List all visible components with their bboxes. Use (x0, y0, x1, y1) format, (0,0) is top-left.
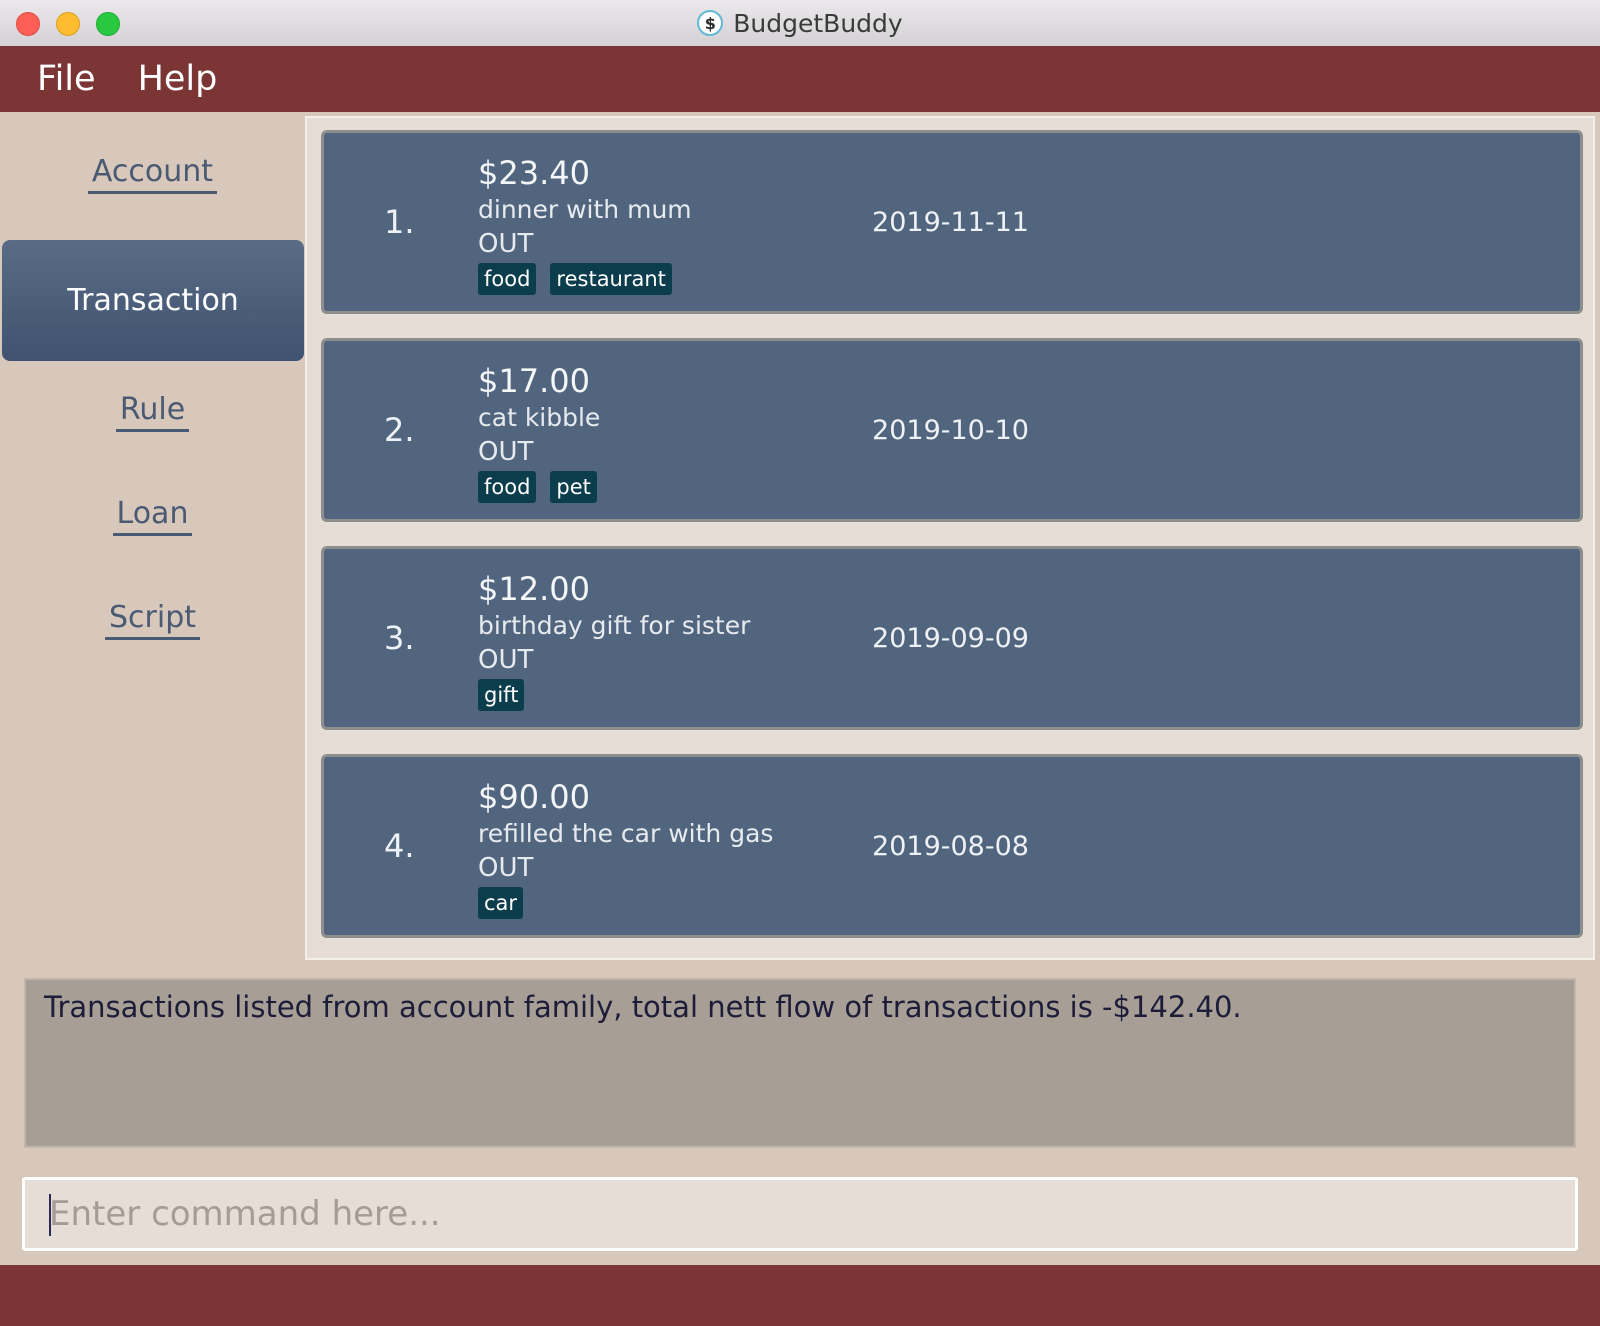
menu-file[interactable]: File (37, 59, 96, 99)
menu-bar: File Help (0, 46, 1600, 112)
transaction-date: 2019-08-08 (872, 830, 1029, 862)
transaction-tags: gift (478, 679, 750, 711)
transaction-description: dinner with mum (478, 195, 692, 224)
text-cursor (49, 1194, 51, 1236)
transaction-index: 1. (384, 203, 415, 241)
transaction-amount: $90.00 (478, 778, 590, 816)
sidebar-item-rule[interactable]: Rule (0, 392, 305, 432)
transaction-card[interactable]: 1. $23.40 dinner with mum OUT food resta… (321, 130, 1583, 314)
sidebar-item-label: Rule (115, 392, 190, 432)
transaction-description: refilled the car with gas (478, 819, 774, 848)
tag-badge: food (478, 471, 537, 503)
tag-badge: pet (550, 471, 597, 503)
sidebar-item-label: Account (87, 154, 218, 194)
transaction-amount: $17.00 (478, 362, 590, 400)
transaction-description: cat kibble (478, 403, 601, 432)
transaction-description: birthday gift for sister (478, 611, 751, 640)
tag-badge: restaurant (550, 263, 672, 295)
transaction-date: 2019-09-09 (872, 622, 1029, 654)
window-title: BudgetBuddy (733, 8, 903, 38)
command-input[interactable] (25, 1180, 1575, 1248)
transaction-amount: $23.40 (478, 154, 590, 192)
tag-badge: car (478, 887, 524, 919)
transaction-date: 2019-10-10 (872, 414, 1029, 446)
transaction-index: 4. (384, 827, 415, 865)
transaction-details: $12.00 birthday gift for sister OUT gift (478, 569, 750, 711)
sidebar: Account Transaction Rule Loan Script (0, 112, 305, 962)
sidebar-item-label: Script (104, 600, 200, 640)
status-bar (0, 1265, 1600, 1326)
transaction-index: 2. (384, 411, 415, 449)
transaction-card[interactable]: 4. $90.00 refilled the car with gas OUT … (321, 754, 1583, 938)
app-window: $ BudgetBuddy File Help Account Transact… (0, 0, 1600, 1326)
transaction-tags: food restaurant (478, 263, 692, 295)
transaction-direction: OUT (478, 229, 534, 259)
sidebar-item-transaction[interactable]: Transaction (2, 240, 304, 361)
tag-badge: food (478, 263, 537, 295)
transaction-tags: food pet (478, 471, 600, 503)
transaction-card[interactable]: 3. $12.00 birthday gift for sister OUT g… (321, 546, 1583, 730)
tag-badge: gift (478, 679, 525, 711)
transaction-details: $90.00 refilled the car with gas OUT car (478, 777, 773, 919)
result-display: Transactions listed from account family,… (24, 978, 1576, 1148)
transaction-direction: OUT (478, 437, 534, 467)
transaction-tags: car (478, 887, 773, 919)
sidebar-item-label: Loan (112, 496, 193, 536)
menu-help[interactable]: Help (138, 59, 218, 99)
sidebar-item-script[interactable]: Script (0, 600, 305, 640)
transaction-index: 3. (384, 619, 415, 657)
window-title-group: $ BudgetBuddy (0, 0, 1600, 46)
command-box[interactable] (22, 1177, 1578, 1251)
transaction-direction: OUT (478, 645, 534, 675)
transaction-direction: OUT (478, 853, 534, 883)
transaction-details: $23.40 dinner with mum OUT food restaura… (478, 153, 692, 295)
dollar-icon: $ (697, 10, 724, 36)
sidebar-item-label: Transaction (67, 283, 239, 318)
transaction-card[interactable]: 2. $17.00 cat kibble OUT food pet 2019-1… (321, 338, 1583, 522)
sidebar-item-loan[interactable]: Loan (0, 496, 305, 536)
result-message: Transactions listed from account family,… (44, 990, 1242, 1024)
transaction-date: 2019-11-11 (872, 206, 1029, 238)
transaction-list[interactable]: 1. $23.40 dinner with mum OUT food resta… (305, 116, 1595, 960)
transaction-details: $17.00 cat kibble OUT food pet (478, 361, 600, 503)
sidebar-item-account[interactable]: Account (0, 154, 305, 194)
transaction-amount: $12.00 (478, 570, 590, 608)
title-bar: $ BudgetBuddy (0, 0, 1600, 47)
